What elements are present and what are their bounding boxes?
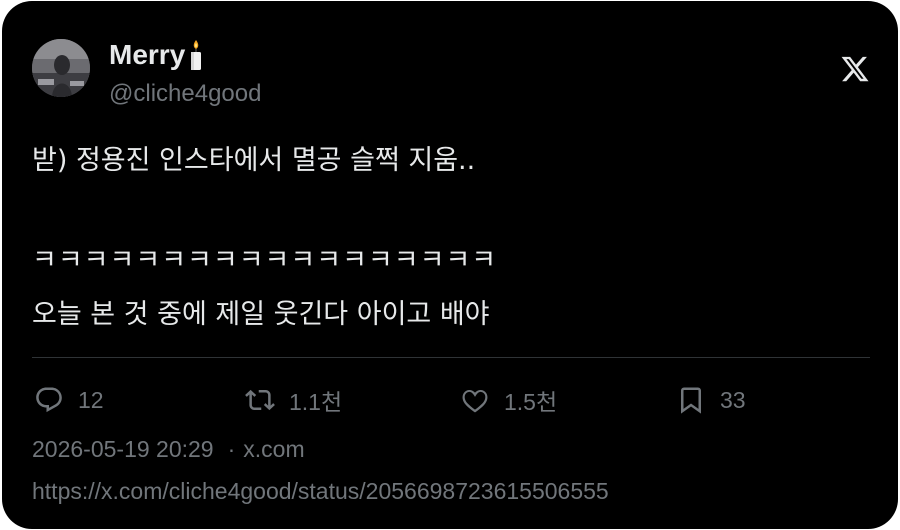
author-name-row: Merry	[109, 37, 203, 73]
retweet-count: 1.1천	[289, 389, 343, 415]
author-name[interactable]: Merry	[109, 37, 185, 73]
reply-count: 12	[78, 386, 104, 413]
heart-icon	[462, 390, 488, 413]
x-logo-icon[interactable]	[840, 54, 870, 84]
tweet-text: 받) 정용진 인스타에서 멸공 슬쩍 지움.. ㅋㅋㅋㅋㅋㅋㅋㅋㅋㅋㅋㅋㅋㅋㅋㅋ…	[32, 139, 872, 359]
tweet-line: 오늘 본 것 중에 제일 웃긴다 아이고 배야	[32, 299, 490, 330]
divider	[32, 357, 870, 358]
retweet-icon	[245, 389, 275, 411]
like-button[interactable]: 1.5천	[460, 379, 557, 421]
timestamp[interactable]: 2026-05-19 20:29	[32, 433, 214, 465]
tweet-meta: 2026-05-19 20:29 · x.com	[32, 433, 305, 465]
reply-icon	[36, 387, 62, 413]
reply-button[interactable]: 12	[34, 379, 104, 421]
avatar[interactable]	[32, 39, 90, 97]
meta-separator: ·	[227, 436, 236, 462]
tweet-url[interactable]: https://x.com/cliche4good/status/2056698…	[32, 475, 609, 507]
tweet-card: Merry @cliche4good 받) 정용진 인스타에서 멸공 슬쩍 지움…	[2, 1, 898, 529]
tweet-line: ㅋㅋㅋㅋㅋㅋㅋㅋㅋㅋㅋㅋㅋㅋㅋㅋㅋㅋ	[32, 245, 498, 276]
source-link[interactable]: x.com	[243, 433, 304, 465]
action-bar: 12 1.1천 1.5천 33	[32, 379, 872, 421]
author-handle[interactable]: @cliche4good	[109, 79, 261, 109]
candle-icon	[189, 38, 203, 72]
tweet-line: 받) 정용진 인스타에서 멸공 슬쩍 지움..	[32, 145, 476, 176]
like-count: 1.5천	[504, 389, 558, 415]
bookmark-count: 33	[720, 386, 746, 413]
bookmark-button[interactable]: 33	[676, 379, 746, 421]
retweet-button[interactable]: 1.1천	[245, 379, 342, 421]
avatar-image	[32, 39, 90, 97]
bookmark-icon	[681, 387, 701, 414]
